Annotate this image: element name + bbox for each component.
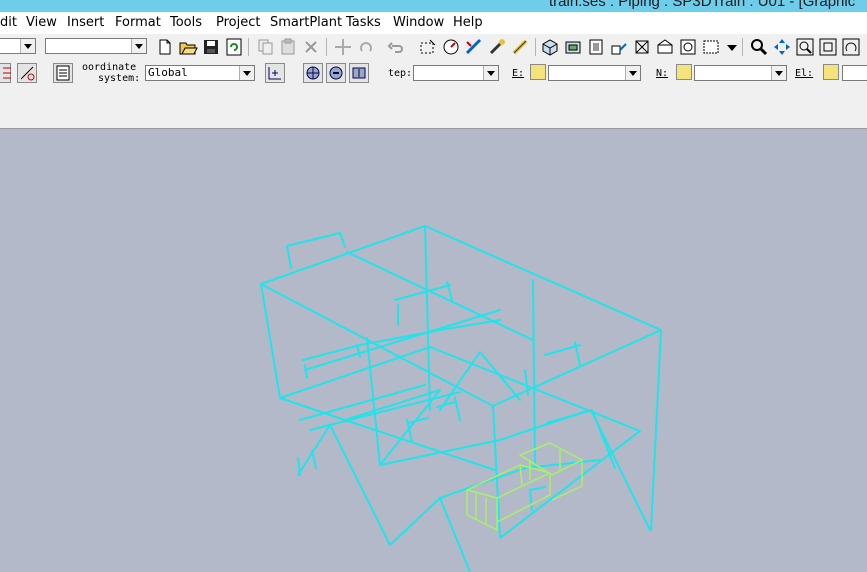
open-folder-icon[interactable] (178, 37, 198, 57)
view-front-icon[interactable] (586, 37, 606, 57)
point-along-icon[interactable] (17, 63, 37, 83)
menu-format[interactable]: Format (115, 15, 161, 30)
zoom-icon[interactable] (749, 37, 769, 57)
view-elevation-icon[interactable] (655, 37, 675, 57)
undo-icon[interactable] (386, 37, 406, 57)
north-label: N: (656, 68, 669, 79)
select-icon[interactable] (418, 37, 438, 57)
rotate-view-icon[interactable] (841, 37, 861, 57)
paste-icon[interactable] (278, 37, 298, 57)
menu-window[interactable]: Window (393, 15, 444, 30)
menu-edit[interactable]: dit (0, 15, 17, 30)
chevron-down-icon (131, 39, 146, 53)
step-select[interactable] (413, 65, 499, 81)
view-plan-icon[interactable] (632, 37, 652, 57)
chevron-down-icon[interactable] (722, 37, 738, 57)
menu-view[interactable]: View (26, 15, 57, 30)
coordinate-axes-icon[interactable] (265, 63, 285, 83)
lock-icon[interactable] (676, 64, 692, 80)
coord-system-select[interactable]: Global (145, 65, 255, 81)
lock-icon[interactable] (823, 64, 839, 80)
view-top-icon[interactable] (563, 37, 583, 57)
window-title: train.ses : Piping : SP3DTrain : U01 - [… (549, 0, 856, 10)
step-label: tep: (388, 68, 413, 79)
coord-system-label-line1: oordinate (82, 62, 137, 73)
coord-system-label-line2: system: (98, 73, 141, 84)
elevation-input[interactable] (842, 65, 867, 81)
menu-insert[interactable]: Insert (67, 15, 104, 30)
east-label: E: (512, 68, 525, 79)
snap-icon[interactable] (0, 63, 11, 83)
lock-icon[interactable] (530, 64, 546, 80)
view-options-icon[interactable] (701, 37, 721, 57)
menu-bar: dit View Insert Format Tools Project Sma… (0, 12, 867, 34)
graphic-viewport[interactable] (0, 129, 867, 572)
properties-icon[interactable] (53, 63, 73, 83)
save-icon[interactable] (201, 37, 221, 57)
chevron-down-icon (20, 39, 35, 53)
chevron-down-icon (239, 66, 254, 80)
chevron-down-icon (771, 66, 786, 80)
chevron-down-icon (483, 66, 498, 80)
view-side-icon[interactable] (609, 37, 629, 57)
toolbar-separator (742, 38, 743, 56)
menu-help[interactable]: Help (453, 15, 483, 30)
reposition-icon[interactable] (349, 63, 369, 83)
menu-tools[interactable]: Tools (170, 15, 202, 30)
move-icon[interactable] (333, 37, 353, 57)
menu-project[interactable]: Project (216, 15, 260, 30)
view-fit-icon[interactable] (678, 37, 698, 57)
pan-icon[interactable] (772, 37, 792, 57)
fit-all-icon[interactable] (818, 37, 838, 57)
north-input[interactable] (694, 65, 787, 81)
east-input[interactable] (548, 65, 641, 81)
insert-component-icon[interactable] (487, 37, 507, 57)
tool-icon[interactable] (510, 37, 530, 57)
structure-wireframe (260, 225, 662, 572)
menu-smartplant[interactable]: SmartPlant (270, 15, 342, 30)
toolbar-separator (326, 38, 327, 56)
chevron-down-icon (625, 66, 640, 80)
menu-tasks[interactable]: Tasks (346, 15, 381, 30)
new-file-icon[interactable] (155, 37, 175, 57)
refresh-icon[interactable] (224, 37, 244, 57)
route-pipe-icon[interactable] (464, 37, 484, 57)
elevation-label: El: (795, 68, 814, 79)
filter-combo[interactable] (45, 38, 147, 54)
toolbar-separator (248, 38, 249, 56)
zoom-area-icon[interactable] (795, 37, 815, 57)
relative-icon[interactable] (326, 63, 346, 83)
toolbar-separator (535, 38, 536, 56)
rotate-icon[interactable] (356, 37, 376, 57)
view-iso-icon[interactable] (540, 37, 560, 57)
workspace-combo[interactable] (0, 38, 36, 54)
pinpoint-icon[interactable] (303, 63, 323, 83)
measure-icon[interactable] (441, 37, 461, 57)
copy-icon[interactable] (255, 37, 275, 57)
delete-icon[interactable] (301, 37, 321, 57)
title-bar: train.ses : Piping : SP3DTrain : U01 - [… (0, 0, 867, 12)
